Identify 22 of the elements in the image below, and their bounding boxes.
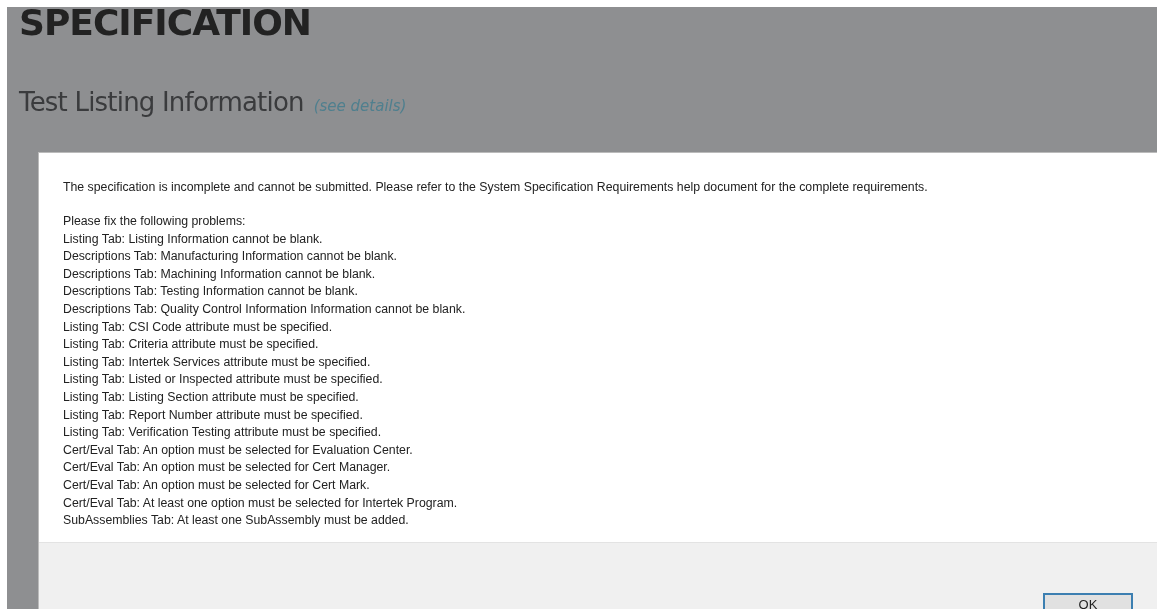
page-title: SPECIFICATION	[19, 7, 312, 45]
problem-item: Cert/Eval Tab: An option must be selected for Cert Mark.	[63, 476, 371, 494]
error-message: The specification is incomplete and cannot be submitted. Please refer to the System Specification Requirements help document for the complete requirements.	[63, 179, 929, 196]
problem-item: Descriptions Tab: Testing Information cannot be blank.	[63, 283, 359, 301]
problem-item: Cert/Eval Tab: At least one option must be selected for Intertek Program.	[63, 494, 459, 512]
problem-item: Listing Tab: Listed or Inspected attribute must be specified.	[63, 371, 384, 389]
problem-item: Descriptions Tab: Manufacturing Information cannot be blank.	[63, 248, 399, 266]
problem-item: Listing Tab: Criteria attribute must be specified.	[63, 336, 320, 354]
problem-item: Descriptions Tab: Quality Control Information Information cannot be blank.	[63, 300, 467, 318]
problem-item: Listing Tab: Listing Section attribute must be specified.	[63, 388, 360, 406]
problem-item: Listing Tab: CSI Code attribute must be specified.	[63, 318, 334, 336]
problem-item: Descriptions Tab: Machining Information cannot be blank.	[63, 265, 377, 283]
problem-item: Listing Tab: Intertek Services attribute must be specified.	[63, 353, 372, 371]
problem-item: Listing Tab: Listing Information cannot be blank.	[63, 230, 324, 248]
ok-button[interactable]: OK	[1043, 593, 1133, 609]
problem-item: SubAssemblies Tab: At least one SubAssembly must be added.	[63, 512, 410, 530]
problem-item: Cert/Eval Tab: An option must be selected for Evaluation Center.	[63, 441, 414, 459]
problem-item: Listing Tab: Report Number attribute must be specified.	[63, 406, 364, 424]
problems-heading: Please fix the following problems:	[63, 213, 247, 230]
problem-item: Cert/Eval Tab: An option must be selected for Cert Manager.	[63, 459, 392, 477]
problem-item: Listing Tab: Verification Testing attribute must be specified.	[63, 424, 383, 442]
section-title: Test Listing Information	[19, 87, 304, 117]
